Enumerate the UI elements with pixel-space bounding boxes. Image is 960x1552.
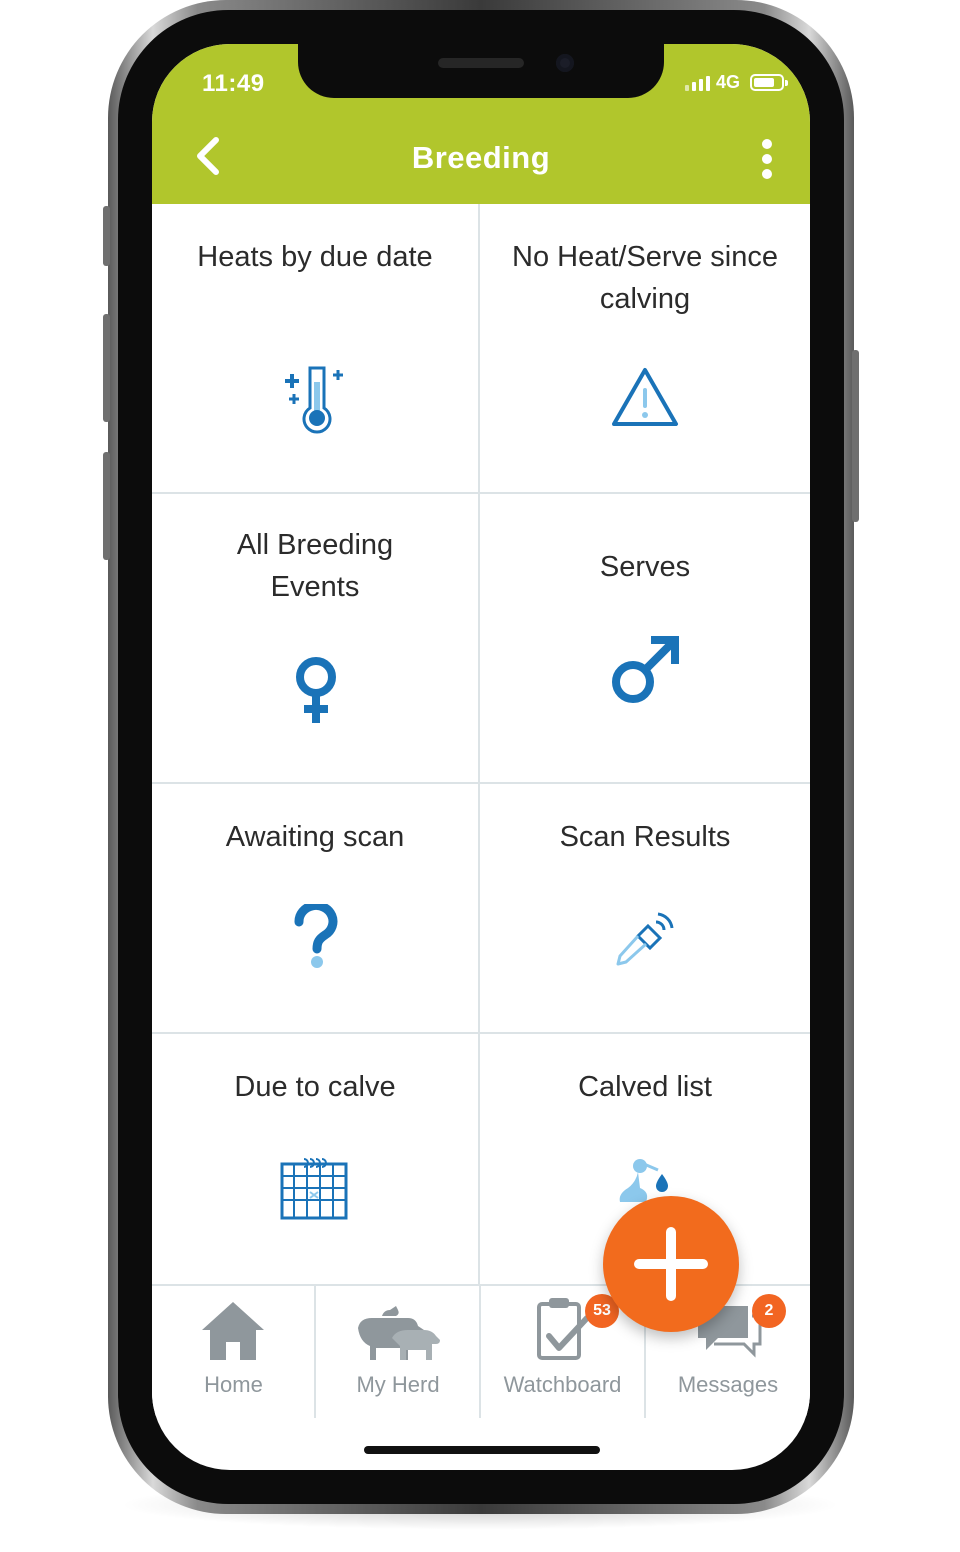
calendar-icon [280, 1158, 348, 1220]
plus-icon [634, 1227, 708, 1301]
app-screen: 11:49 4G Breeding Heats by due date No H… [152, 44, 810, 1470]
messages-badge: 2 [752, 1294, 786, 1328]
tile-all-breeding-events[interactable]: All Breeding Events [152, 494, 480, 784]
page-title: Breeding [411, 140, 551, 175]
home-indicator [364, 1446, 600, 1454]
male-symbol-icon [612, 636, 679, 703]
battery-icon [750, 74, 788, 91]
tile-label: Heats by due date [197, 241, 433, 273]
volume-up-button [103, 314, 110, 422]
more-vertical-icon [762, 139, 772, 179]
mute-switch [103, 206, 110, 266]
tile-label: Calved list [578, 1071, 712, 1103]
nav-label: My Herd [356, 1372, 440, 1397]
tile-label: Scan Results [559, 821, 731, 853]
signal-icon [684, 75, 710, 91]
nav-label: Home [204, 1372, 263, 1397]
breeding-menu-grid: Heats by due date No Heat/Serve since ca… [152, 204, 810, 1284]
tile-serves[interactable]: Serves [480, 494, 810, 784]
network-type: 4G [715, 72, 740, 92]
thermometer-icon [285, 366, 343, 434]
nav-my-herd[interactable]: My Herd [316, 1286, 480, 1418]
tile-heats-by-due-date[interactable]: Heats by due date [152, 204, 480, 494]
tile-label: No Heat/Serve since calving [512, 241, 778, 315]
speaker-grille [438, 58, 524, 68]
front-camera [556, 54, 574, 72]
status-time: 11:49 [202, 70, 265, 97]
herd-animals-icon [358, 1306, 440, 1360]
tile-awaiting-scan[interactable]: Awaiting scan [152, 784, 480, 1034]
phone-notch [298, 44, 664, 98]
add-action-button[interactable] [603, 1196, 739, 1332]
home-icon [202, 1302, 264, 1360]
status-indicators: 4G [684, 72, 788, 93]
question-mark-icon [294, 904, 338, 968]
tile-no-heat-serve-since-calving[interactable]: No Heat/Serve since calving [480, 204, 810, 494]
tile-scan-results[interactable]: Scan Results [480, 784, 810, 1034]
power-button [852, 350, 859, 522]
nav-home[interactable]: Home [152, 1286, 315, 1418]
nav-label: Watchboard [503, 1372, 622, 1397]
tile-label: Awaiting scan [225, 821, 405, 853]
tile-label: Serves [599, 551, 691, 583]
nav-label: Messages [677, 1372, 779, 1397]
more-options-button[interactable] [754, 138, 780, 182]
ultrasound-probe-icon [616, 912, 674, 966]
tile-label: Due to calve [234, 1071, 396, 1103]
volume-down-button [103, 452, 110, 560]
clipboard-check-icon [537, 1298, 590, 1360]
warning-triangle-icon [612, 368, 678, 426]
female-symbol-icon [296, 657, 336, 723]
tile-label: All Breeding Events [236, 529, 394, 603]
tile-due-to-calve[interactable]: Due to calve [152, 1034, 480, 1284]
